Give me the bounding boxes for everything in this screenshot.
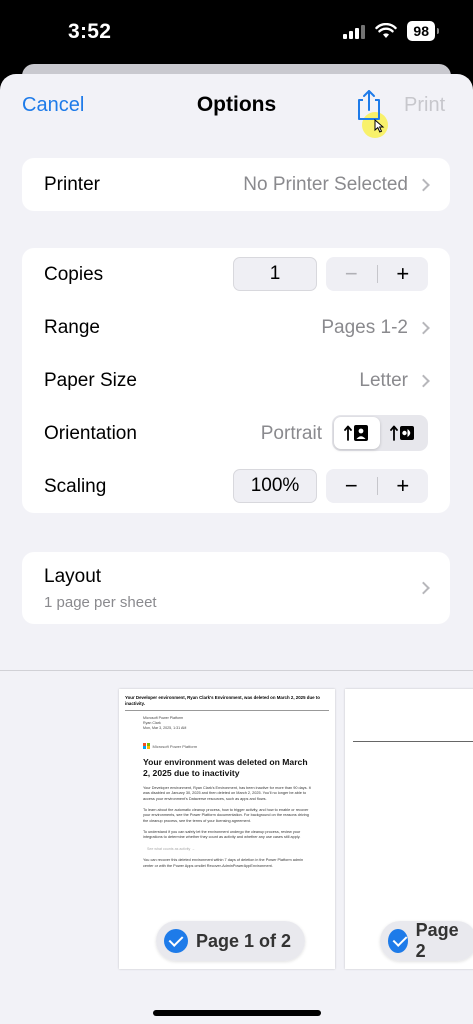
email-paragraph: To understand if you can safely let the … (143, 829, 301, 840)
checkmark-icon (164, 929, 188, 953)
chevron-right-icon (417, 581, 430, 595)
home-indicator[interactable] (153, 1010, 321, 1016)
email-paragraph: You can recover this deleted environment… (143, 858, 304, 868)
scaling-field[interactable]: 100% (233, 469, 317, 503)
battery-icon: 98 (407, 21, 439, 41)
status-bar: 3:52 98 (0, 0, 473, 70)
mouse-pointer-icon (374, 119, 385, 133)
microsoft-logo-icon (143, 742, 150, 750)
paper-size-value: Letter (359, 369, 408, 391)
scaling-row: Scaling 100% − + (22, 460, 450, 513)
email-subject: Your Developer environment, Ryan Clark's… (125, 695, 320, 706)
scaling-stepper: − + (326, 469, 428, 503)
copies-field[interactable]: 1 (233, 257, 317, 291)
print-options-sheet: Cancel Options Print Printer No Printer … (0, 74, 473, 1024)
paper-size-label: Paper Size (44, 369, 137, 391)
print-settings-group: Copies 1 − + Range Pages 1-2 Paper Size … (22, 248, 450, 513)
orientation-row: Orientation Portrait (22, 407, 450, 460)
signal-icon (343, 23, 366, 39)
email-paragraph: Your Developer environment, Ryan Clark's… (143, 785, 311, 801)
printer-label: Printer (44, 173, 100, 195)
email-paragraph: To learn about the automatic cleanup pro… (143, 807, 309, 823)
status-time: 3:52 (68, 20, 112, 43)
portrait-orientation-button[interactable] (334, 417, 380, 449)
nav-bar: Cancel Options Print (0, 74, 473, 138)
page-2-badge: Page 2 (380, 920, 473, 961)
range-row[interactable]: Range Pages 1-2 (22, 301, 450, 354)
paper-size-row[interactable]: Paper Size Letter (22, 354, 450, 407)
landscape-orientation-button[interactable] (380, 417, 426, 449)
orientation-value: Portrait (260, 422, 322, 444)
range-value: Pages 1-2 (321, 316, 408, 338)
scaling-increment-button[interactable]: + (378, 469, 429, 503)
checkmark-icon (388, 929, 408, 953)
wifi-icon (375, 23, 398, 38)
printer-value: No Printer Selected (243, 173, 408, 195)
copies-increment-button[interactable]: + (378, 257, 429, 291)
preview-page-1[interactable]: Your Developer environment, Ryan Clark's… (119, 689, 335, 969)
copies-row: Copies 1 − + (22, 248, 450, 301)
orientation-segmented-control (332, 415, 428, 451)
chevron-right-icon (417, 178, 430, 191)
share-icon[interactable] (354, 88, 384, 122)
chevron-right-icon (417, 321, 430, 334)
layout-group: Layout 1 page per sheet (22, 552, 450, 624)
print-preview: Your Developer environment, Ryan Clark's… (0, 670, 473, 1024)
print-button[interactable]: Print (404, 94, 445, 117)
page-title: Options (196, 93, 277, 116)
layout-label: Layout (44, 565, 102, 587)
email-title: Your environment was deleted on March 2,… (143, 757, 308, 779)
printer-group: Printer No Printer Selected (22, 158, 450, 211)
activity-link: See what counts as activity → (147, 847, 195, 852)
preview-page-2[interactable]: Page 2 (345, 689, 473, 969)
landscape-icon (390, 425, 414, 441)
printer-row[interactable]: Printer No Printer Selected (22, 158, 450, 211)
layout-value: 1 page per sheet (44, 593, 157, 611)
copies-label: Copies (44, 263, 104, 285)
layout-row[interactable]: Layout 1 page per sheet (22, 552, 450, 624)
range-label: Range (44, 316, 100, 338)
chevron-right-icon (417, 374, 430, 387)
status-icons: 98 (343, 21, 439, 41)
scaling-decrement-button[interactable]: − (326, 469, 377, 503)
copies-stepper: − + (326, 257, 428, 291)
orientation-label: Orientation (44, 422, 137, 444)
scaling-label: Scaling (44, 475, 107, 497)
copies-decrement-button[interactable]: − (326, 257, 377, 291)
email-meta: Microsoft Power Platform Ryan Clark Mon,… (143, 716, 187, 731)
microsoft-brand: Microsoft Power Platform (119, 731, 335, 752)
portrait-icon (344, 425, 368, 441)
page-1-badge: Page 1 of 2 (156, 921, 306, 961)
